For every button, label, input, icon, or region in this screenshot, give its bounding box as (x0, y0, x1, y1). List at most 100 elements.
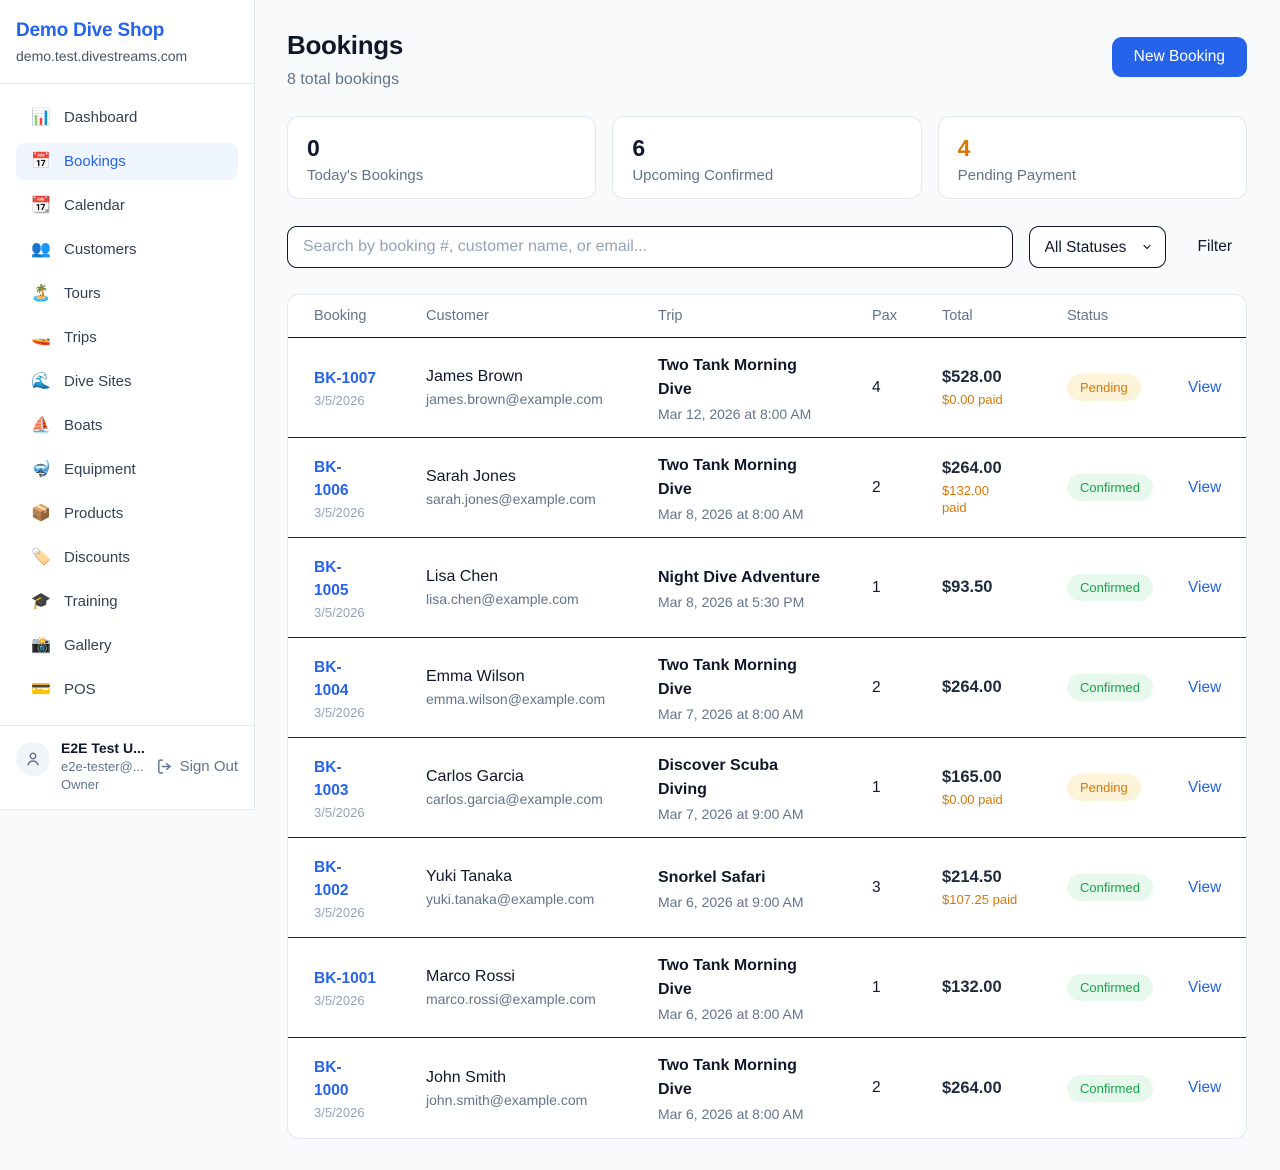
customer-name: Sarah Jones (426, 468, 658, 486)
bookings-table: BookingCustomerTripPaxTotalStatus BK-100… (287, 294, 1247, 1139)
sidebar-item-calendar[interactable]: 📆Calendar (16, 187, 238, 224)
total-cell: $93.50 (942, 578, 1067, 597)
filter-controls: All Statuses Filter (287, 226, 1247, 268)
booking-date: 3/5/2026 (314, 705, 426, 720)
status-filter-select[interactable]: All Statuses (1029, 226, 1166, 268)
avatar (16, 742, 50, 776)
total-amount: $132.00 (942, 978, 1067, 997)
customer-name: James Brown (426, 368, 658, 386)
view-link[interactable]: View (1188, 479, 1221, 497)
trip-datetime: Mar 6, 2026 at 9:00 AM (658, 894, 872, 910)
view-link[interactable]: View (1188, 979, 1221, 997)
sidebar-item-discounts[interactable]: 🏷️Discounts (16, 539, 238, 576)
table-row: BK- 10063/5/2026Sarah Jonessarah.jones@e… (288, 438, 1246, 538)
search-input[interactable] (287, 226, 1013, 268)
total-cell: $132.00 (942, 978, 1067, 997)
status-badge: Confirmed (1067, 874, 1153, 901)
booking-id-link[interactable]: BK-1007 (314, 367, 426, 390)
pax-count: 2 (872, 679, 942, 697)
new-booking-button[interactable]: New Booking (1112, 37, 1247, 77)
sidebar-item-tours[interactable]: 🏝️Tours (16, 275, 238, 312)
customer-name: Marco Rossi (426, 968, 658, 986)
total-amount: $165.00 (942, 768, 1067, 787)
sidebar-item-label: Dive Sites (64, 371, 132, 392)
total-amount: $264.00 (942, 1079, 1067, 1098)
table-body: BK-10073/5/2026James Brownjames.brown@ex… (288, 338, 1246, 1138)
stat-label: Upcoming Confirmed (632, 167, 901, 184)
sidebar-item-trips[interactable]: 🚤Trips (16, 319, 238, 356)
booking-id-link[interactable]: BK- 1006 (314, 456, 426, 502)
status-badge: Confirmed (1067, 674, 1153, 701)
sidebar-item-pos[interactable]: 💳POS (16, 671, 238, 708)
status-filter-wrap: All Statuses (1029, 226, 1166, 268)
sailboat-icon: ⛵ (31, 415, 51, 436)
filter-button[interactable]: Filter (1183, 230, 1247, 264)
sidebar-item-dive-sites[interactable]: 🌊Dive Sites (16, 363, 238, 400)
sidebar-item-boats[interactable]: ⛵Boats (16, 407, 238, 444)
view-link[interactable]: View (1188, 579, 1221, 597)
pax-count: 2 (872, 1079, 942, 1097)
stat-label: Pending Payment (958, 167, 1227, 184)
trip-name: Night Dive Adventure (658, 566, 872, 590)
customer-name: Yuki Tanaka (426, 868, 658, 886)
trip-datetime: Mar 7, 2026 at 8:00 AM (658, 706, 872, 722)
trip-datetime: Mar 6, 2026 at 8:00 AM (658, 1006, 872, 1022)
trip-cell: Discover Scuba DivingMar 7, 2026 at 9:00… (658, 754, 872, 822)
booking-id-link[interactable]: BK- 1004 (314, 656, 426, 702)
pax-count: 2 (872, 479, 942, 497)
trip-name: Two Tank Morning Dive (658, 954, 872, 1002)
logout-icon (156, 758, 173, 775)
view-link[interactable]: View (1188, 779, 1221, 797)
sidebar-item-customers[interactable]: 👥Customers (16, 231, 238, 268)
booking-date: 3/5/2026 (314, 805, 426, 820)
page-title: Bookings (287, 30, 403, 61)
booking-id-link[interactable]: BK- 1005 (314, 556, 426, 602)
status-cell: Confirmed (1067, 874, 1188, 901)
view-link[interactable]: View (1188, 679, 1221, 697)
sidebar-item-products[interactable]: 📦Products (16, 495, 238, 532)
sign-out-label: Sign Out (180, 758, 238, 775)
booking-id-link[interactable]: BK- 1003 (314, 756, 426, 802)
sidebar-item-gallery[interactable]: 📸Gallery (16, 627, 238, 664)
view-link[interactable]: View (1188, 879, 1221, 897)
sidebar-item-training[interactable]: 🎓Training (16, 583, 238, 620)
sidebar-item-bookings[interactable]: 📅Bookings (16, 143, 238, 180)
booking-id-link[interactable]: BK- 1002 (314, 856, 426, 902)
sidebar-item-equipment[interactable]: 🤿Equipment (16, 451, 238, 488)
page: Demo Dive Shop demo.test.divestreams.com… (0, 0, 1280, 1170)
stat-label: Today's Bookings (307, 167, 576, 184)
table-row: BK- 10053/5/2026Lisa Chenlisa.chen@examp… (288, 538, 1246, 638)
booking-id-link[interactable]: BK- 1000 (314, 1056, 426, 1102)
booking-cell: BK- 10023/5/2026 (314, 856, 426, 920)
column-header-booking: Booking (314, 308, 426, 324)
total-cell: $264.00 (942, 1079, 1067, 1098)
customer-email: sarah.jones@example.com (426, 491, 658, 507)
customer-name: John Smith (426, 1069, 658, 1087)
customer-name: Carlos Garcia (426, 768, 658, 786)
booking-id-link[interactable]: BK-1001 (314, 967, 426, 990)
status-cell: Confirmed (1067, 674, 1188, 701)
customer-cell: John Smithjohn.smith@example.com (426, 1069, 658, 1108)
trip-name: Two Tank Morning Dive (658, 1054, 872, 1102)
status-badge: Confirmed (1067, 974, 1153, 1001)
customer-email: marco.rossi@example.com (426, 991, 658, 1007)
graduation-cap-icon: 🎓 (31, 591, 51, 612)
status-cell: Pending (1067, 374, 1188, 401)
booking-date: 3/5/2026 (314, 605, 426, 620)
sign-out-button[interactable]: Sign Out (156, 758, 238, 775)
status-badge: Pending (1067, 374, 1141, 401)
booking-date: 3/5/2026 (314, 993, 426, 1008)
customer-cell: Yuki Tanakayuki.tanaka@example.com (426, 868, 658, 907)
customer-cell: Carlos Garciacarlos.garcia@example.com (426, 768, 658, 807)
sidebar-user-section: E2E Test U... e2e-tester@... Owner Sign … (0, 725, 254, 809)
stat-value: 0 (307, 134, 576, 162)
trip-name: Two Tank Morning Dive (658, 454, 872, 502)
user-email: e2e-tester@... (61, 758, 145, 776)
stat-card-pending-payment: 4 Pending Payment (938, 116, 1247, 199)
view-link[interactable]: View (1188, 1079, 1221, 1097)
status-cell: Confirmed (1067, 474, 1188, 501)
booking-cell: BK- 10003/5/2026 (314, 1056, 426, 1120)
sidebar-item-dashboard[interactable]: 📊Dashboard (16, 99, 238, 136)
view-link[interactable]: View (1188, 379, 1221, 397)
package-icon: 📦 (31, 503, 51, 524)
